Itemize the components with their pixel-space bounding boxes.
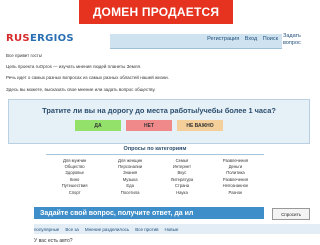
filter-new[interactable]: Новые (165, 227, 179, 232)
filter-tabs: популярные Все за Мнение разделилось Все… (34, 224, 320, 234)
ask-submit-button[interactable]: Спросить (272, 208, 310, 220)
logo-part1: RUS (6, 33, 30, 44)
ask-question-input[interactable]: Задайте свой вопрос, получите ответ, да … (34, 207, 264, 219)
banner-text: ДОМЕН ПРОДАЕТСЯ (92, 5, 220, 19)
categories-section: Опросы по категориям Для мужчин Для женщ… (46, 146, 264, 195)
category-link[interactable]: Посетила (103, 189, 157, 195)
login-link[interactable]: Вход (245, 36, 257, 42)
poll-question-link[interactable]: У вас есть авто? (34, 238, 73, 244)
filter-all-against[interactable]: Все против (135, 227, 158, 232)
answer-no-button[interactable]: НЕТ (126, 120, 172, 131)
intro-line-2: Речь идет о самых разных вопросах из сам… (6, 75, 169, 81)
intro-line-3: Здесь вы можете, высказать свое мнение и… (6, 86, 156, 92)
answer-buttons: ДА НЕТ НЕ ВАЖНО (9, 120, 309, 132)
filter-all-for[interactable]: Все за (65, 227, 79, 232)
intro-text: Все привет гость! Цель проекта ruOpros —… (6, 53, 236, 98)
answer-yes-button[interactable]: ДА (75, 120, 121, 131)
categories-table: Для мужчин Для женщин Семья Развлечения … (46, 157, 264, 195)
categories-title: Опросы по категориям (46, 146, 264, 155)
filter-split[interactable]: Мнение разделилось (85, 227, 129, 232)
filter-popular[interactable]: популярные (34, 227, 59, 232)
category-link[interactable]: Спорт (46, 189, 103, 195)
site-logo[interactable]: RUSERGIOS (6, 33, 74, 44)
answer-no-matter-button[interactable]: НЕ ВАЖНО (177, 120, 223, 131)
table-row: Спорт Посетила Наука Разное (46, 189, 264, 195)
logo-part2: ERGIOS (29, 33, 74, 44)
category-link[interactable]: Наука (157, 189, 207, 195)
domain-sale-banner[interactable]: ДОМЕН ПРОДАЕТСЯ (79, 0, 233, 24)
question-text: Тратите ли вы на дорогу до места работы/… (42, 106, 276, 115)
category-link[interactable]: Разное (207, 189, 264, 195)
ask-question-link[interactable]: Задать вопрос (283, 33, 319, 47)
intro-line-1: Цель проекта ruOpros — изучать мнения лю… (6, 64, 142, 70)
featured-question: Тратите ли вы на дорогу до места работы/… (8, 99, 310, 144)
register-link[interactable]: Регистрация (207, 36, 239, 42)
top-navigation: Регистрация Вход Поиск (110, 34, 282, 49)
intro-greeting: Все привет гость! (6, 53, 43, 58)
search-link[interactable]: Поиск (263, 36, 278, 42)
